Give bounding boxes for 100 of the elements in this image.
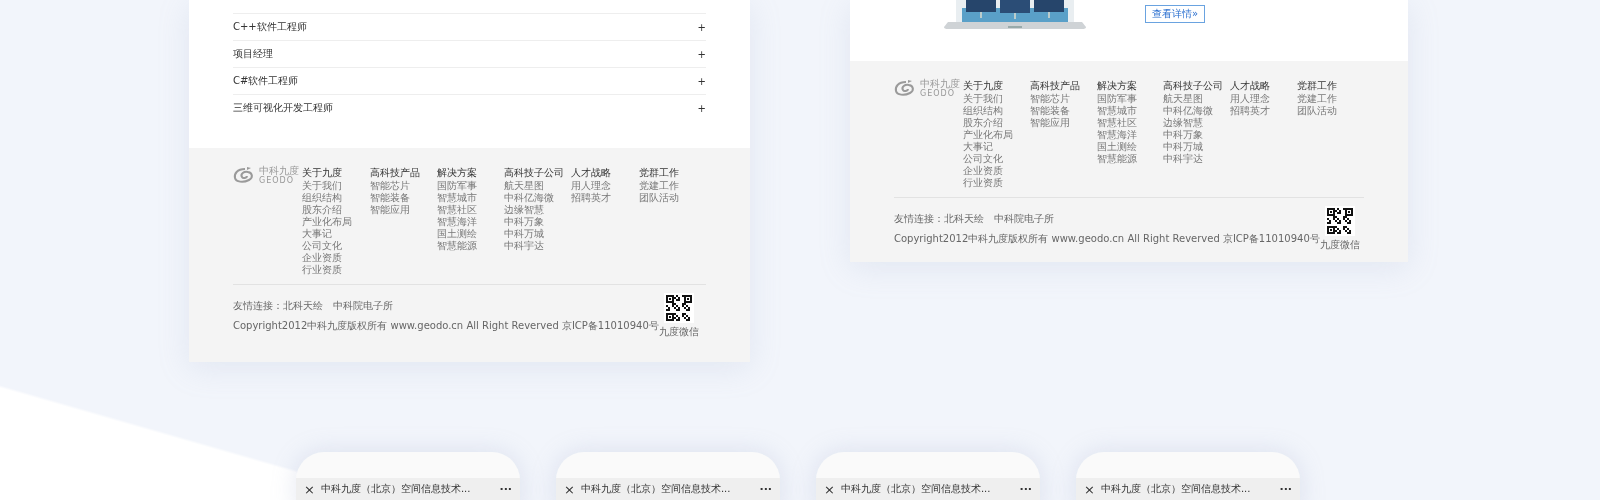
footer-link[interactable]: 关于我们 <box>302 180 370 192</box>
footer-link[interactable]: 国防军事 <box>1096 93 1164 105</box>
page-title: 中科九度（北京）空间信息技术... <box>320 482 472 496</box>
footer-link[interactable]: 中科万象 <box>504 216 572 228</box>
footer-link[interactable]: 团队活动 <box>1297 105 1364 117</box>
expand-icon[interactable]: + <box>697 75 706 87</box>
more-icon[interactable]: ··· <box>499 482 512 496</box>
friend-link[interactable]: 中科院电子所 <box>333 299 393 313</box>
footer-link[interactable]: 智能芯片 <box>1029 93 1097 105</box>
footer-link[interactable]: 边缘智慧 <box>1163 117 1231 129</box>
qr-caption: 九度微信 <box>1319 238 1360 252</box>
page-title: 中科九度（北京）空间信息技术... <box>580 482 732 496</box>
friend-link[interactable]: 中科院电子所 <box>994 212 1054 226</box>
footer-heading: 解决方案 <box>436 166 478 180</box>
footer-link[interactable]: 智慧能源 <box>436 240 505 252</box>
footer-link[interactable]: 大事记 <box>962 141 1030 153</box>
footer-heading: 解决方案 <box>1096 79 1138 93</box>
copyright-text: Copyright2012中科九度版权所有 www.geodo.cn All Right Reverved 京ICP备11010940号 <box>233 319 659 331</box>
footer-link[interactable]: 团队活动 <box>638 192 706 204</box>
footer-link[interactable]: 组织结构 <box>302 192 370 204</box>
footer-link[interactable]: 智慧海洋 <box>1096 129 1164 141</box>
footer-link[interactable]: 党建工作 <box>638 180 706 192</box>
footer-link[interactable]: 大事记 <box>302 228 370 240</box>
job-title[interactable]: 项目经理 <box>233 47 273 61</box>
footer-link[interactable]: 智能装备 <box>1029 105 1097 117</box>
footer-heading: 党群工作 <box>1297 79 1339 93</box>
footer-heading: 人才战略 <box>571 166 613 180</box>
close-icon[interactable]: × <box>824 481 835 497</box>
footer-link[interactable]: 产业化布局 <box>962 129 1030 141</box>
footer-link[interactable]: 企业资质 <box>962 165 1030 177</box>
logo-name: 中科九度 <box>259 166 299 176</box>
job-title[interactable]: C#软件工程师 <box>233 74 299 88</box>
copyright-text: Copyright2012中科九度版权所有 www.geodo.cn All Right Reverved 京ICP备11010940号 <box>894 232 1320 244</box>
footer-link[interactable]: 行业资质 <box>302 264 370 276</box>
footer-link[interactable]: 股东介绍 <box>962 117 1030 129</box>
friend-links-label: 友情连接： <box>894 212 944 226</box>
footer-link[interactable]: 中科万城 <box>1163 141 1231 153</box>
footer-link[interactable]: 中科亿海微 <box>1163 105 1231 117</box>
friend-link[interactable]: 北科天绘 <box>283 299 323 313</box>
footer-link[interactable]: 智慧海洋 <box>436 216 505 228</box>
footer-link[interactable]: 公司文化 <box>962 153 1030 165</box>
friend-link[interactable]: 北科天绘 <box>944 212 984 226</box>
footer-link[interactable]: 用人理念 <box>1230 93 1298 105</box>
footer-link[interactable]: 行业资质 <box>962 177 1030 189</box>
footer-link[interactable]: 智能芯片 <box>369 180 437 192</box>
footer-link[interactable]: 招聘英才 <box>571 192 639 204</box>
footer-heading: 关于九度 <box>302 166 344 180</box>
footer-link[interactable]: 产业化布局 <box>302 216 370 228</box>
footer-link[interactable]: 智慧城市 <box>436 192 505 204</box>
expand-icon[interactable]: + <box>697 21 706 33</box>
footer-link[interactable]: 中科万城 <box>504 228 572 240</box>
footer-link[interactable]: 国土测绘 <box>436 228 505 240</box>
close-icon[interactable]: × <box>564 481 575 497</box>
footer-heading: 高科技子公司 <box>1163 79 1225 93</box>
more-icon[interactable]: ··· <box>1019 482 1032 496</box>
footer-heading: 党群工作 <box>638 166 680 180</box>
footer-link[interactable]: 国防军事 <box>436 180 505 192</box>
close-icon[interactable]: × <box>1084 481 1095 497</box>
footer-link[interactable]: 智能应用 <box>369 204 437 216</box>
footer-link[interactable]: 中科宇达 <box>1163 153 1231 165</box>
footer-link[interactable]: 组织结构 <box>962 105 1030 117</box>
expand-icon[interactable]: + <box>697 102 706 114</box>
footer-link[interactable]: 智能应用 <box>1029 117 1097 129</box>
footer-link[interactable]: 中科万象 <box>1163 129 1231 141</box>
footer-heading: 高科技产品 <box>1029 79 1081 93</box>
more-icon[interactable]: ··· <box>1279 482 1292 496</box>
expand-icon[interactable]: + <box>697 48 706 60</box>
footer-link[interactable]: 智慧城市 <box>1096 105 1164 117</box>
footer-link[interactable]: 智慧能源 <box>1096 153 1164 165</box>
footer-heading: 高科技子公司 <box>504 166 566 180</box>
footer-link[interactable]: 中科宇达 <box>504 240 572 252</box>
footer-link[interactable]: 招聘英才 <box>1230 105 1298 117</box>
footer-link[interactable]: 公司文化 <box>302 240 370 252</box>
footer-heading: 关于九度 <box>962 79 1004 93</box>
footer-link[interactable]: 关于我们 <box>962 93 1030 105</box>
logo-latin: GEODO <box>259 176 294 186</box>
logo-latin: GEODO <box>920 89 955 99</box>
footer-link[interactable]: 智慧社区 <box>1096 117 1164 129</box>
footer-link[interactable]: 航天星图 <box>504 180 572 192</box>
footer-link[interactable]: 股东介绍 <box>302 204 370 216</box>
qr-caption: 九度微信 <box>658 325 699 339</box>
job-title[interactable]: 三维可视化开发工程师 <box>233 101 333 115</box>
footer-link[interactable]: 边缘智慧 <box>504 204 572 216</box>
footer-heading: 人才战略 <box>1230 79 1272 93</box>
footer-link[interactable]: 中科亿海微 <box>504 192 572 204</box>
page-title: 中科九度（北京）空间信息技术... <box>840 482 992 496</box>
logo-name: 中科九度 <box>920 79 960 89</box>
footer-link[interactable]: 航天星图 <box>1163 93 1231 105</box>
footer-link[interactable]: 国土测绘 <box>1096 141 1164 153</box>
friend-links-label: 友情连接： <box>233 299 283 313</box>
footer-link[interactable]: 用人理念 <box>571 180 639 192</box>
detail-button[interactable]: 查看详情» <box>1145 5 1206 23</box>
footer-link[interactable]: 党建工作 <box>1297 93 1364 105</box>
footer-heading: 高科技产品 <box>369 166 421 180</box>
footer-link[interactable]: 智慧社区 <box>436 204 505 216</box>
footer-link[interactable]: 智能装备 <box>369 192 437 204</box>
footer-link[interactable]: 企业资质 <box>302 252 370 264</box>
close-icon[interactable]: × <box>304 481 315 497</box>
more-icon[interactable]: ··· <box>759 482 772 496</box>
job-title[interactable]: C++软件工程师 <box>233 20 307 34</box>
